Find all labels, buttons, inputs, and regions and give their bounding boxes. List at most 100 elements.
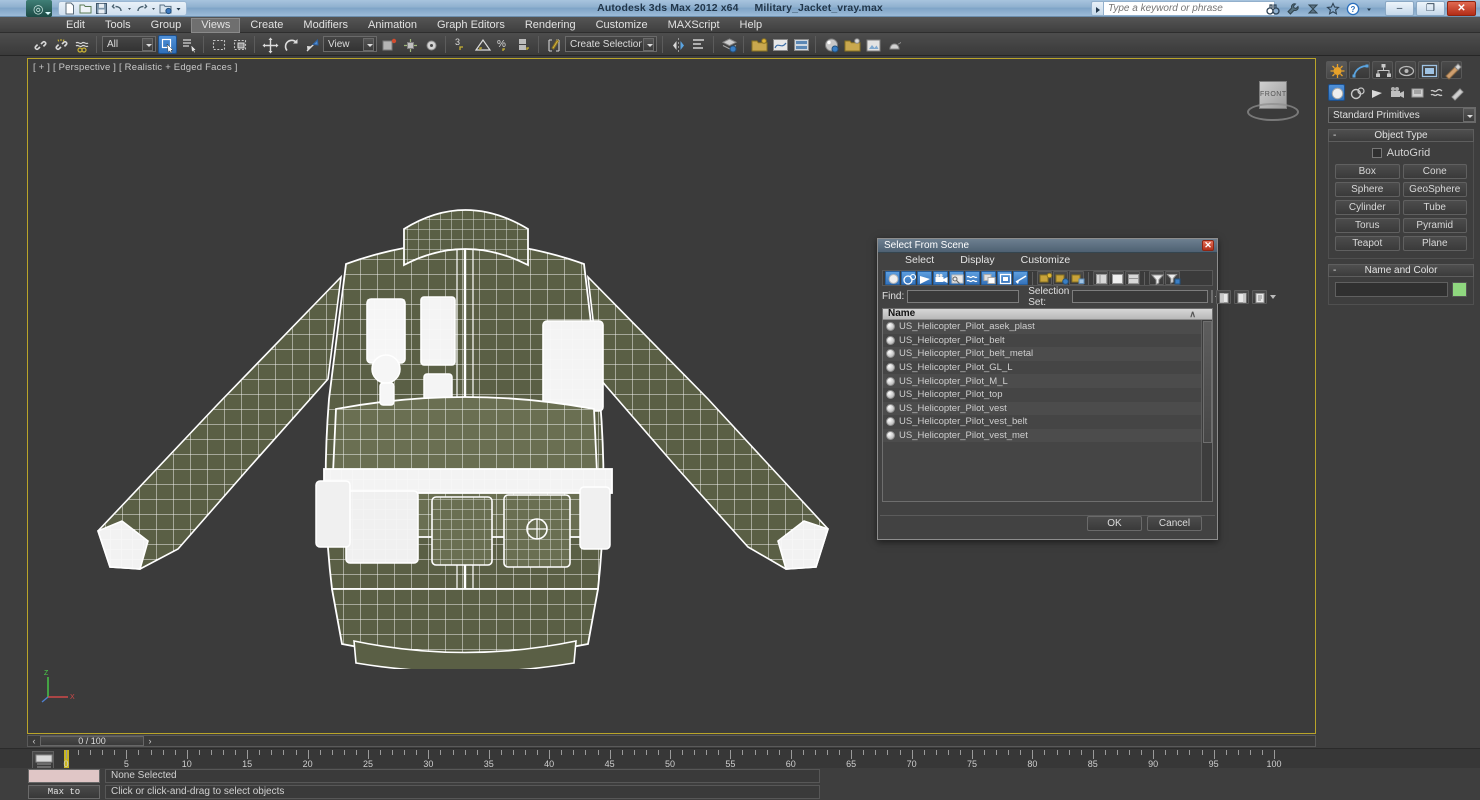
scene-list-item[interactable]: US_Helicopter_Pilot_belt (883, 333, 1201, 348)
scene-list-item[interactable]: US_Helicopter_Pilot_asek_plast (883, 320, 1201, 334)
object-type-rollout-header[interactable]: - Object Type (1328, 129, 1474, 142)
scene-list-item[interactable]: US_Helicopter_Pilot_M_L (883, 374, 1201, 388)
search-input[interactable] (1103, 1, 1275, 16)
dialog-menu-customize[interactable]: Customize (1008, 254, 1084, 266)
rename-selection-set-icon[interactable] (1252, 289, 1268, 304)
help-circle-icon[interactable]: ? (1346, 2, 1360, 16)
angle-snap-toggle-icon[interactable] (472, 35, 492, 54)
hierarchy-tab-icon[interactable] (1372, 61, 1393, 79)
list-scrollbar[interactable] (1201, 320, 1212, 501)
object-type-button-teapot[interactable]: Teapot (1335, 236, 1400, 251)
display-xrefs-icon[interactable] (997, 271, 1012, 285)
name-and-color-rollout-header[interactable]: - Name and Color (1328, 264, 1474, 277)
scene-list-item[interactable]: US_Helicopter_Pilot_GL_L (883, 360, 1201, 375)
display-bones-icon[interactable] (1013, 271, 1028, 285)
display-children-icon[interactable] (1037, 271, 1053, 285)
rendered-frame-window-icon[interactable] (863, 35, 882, 54)
binoculars-icon[interactable] (1266, 2, 1280, 16)
menu-item-animation[interactable]: Animation (358, 18, 427, 33)
primitive-category-combo[interactable]: Standard Primitives (1328, 107, 1476, 123)
display-shapes-icon[interactable] (901, 271, 917, 285)
display-groups-icon[interactable] (981, 271, 996, 285)
menu-item-edit[interactable]: Edit (56, 18, 95, 33)
unlink-selection-icon[interactable] (51, 35, 70, 54)
object-type-button-plane[interactable]: Plane (1402, 236, 1467, 251)
help-dropdown-icon[interactable] (1366, 2, 1372, 16)
scene-object-list[interactable]: Name ∧ US_Helicopter_Pilot_asek_plast US_… (882, 308, 1213, 502)
menu-item-modifiers[interactable]: Modifiers (293, 18, 358, 33)
object-color-swatch[interactable] (1452, 282, 1467, 297)
rectangular-selection-region-icon[interactable] (209, 35, 228, 54)
select-by-name-icon[interactable] (179, 35, 198, 54)
remove-selection-set-icon[interactable] (1234, 289, 1250, 304)
reference-coord-arrow-icon[interactable] (363, 37, 374, 51)
dialog-close-button[interactable]: ✕ (1202, 240, 1214, 251)
display-influences-icon[interactable] (1053, 271, 1069, 285)
selection-filter-combo[interactable]: All (102, 36, 156, 52)
clear-filter-icon[interactable] (1165, 271, 1181, 285)
menu-item-maxscript[interactable]: MAXScript (658, 18, 730, 33)
snaps-toggle-icon[interactable]: 3 (451, 35, 470, 54)
utilities-tab-icon[interactable] (1441, 61, 1462, 80)
scene-list-item[interactable]: US_Helicopter_Pilot_vest_met (883, 428, 1201, 443)
search-dropdown-icon[interactable] (1091, 1, 1103, 16)
select-and-link-icon[interactable] (30, 35, 49, 54)
expand-selected-icon[interactable] (1125, 271, 1140, 285)
cameras-icon[interactable] (1388, 84, 1405, 101)
selection-set-input[interactable] (1072, 290, 1209, 303)
display-geometry-icon[interactable] (885, 271, 900, 285)
list-scrollbar-thumb[interactable] (1203, 321, 1212, 443)
ok-button[interactable]: OK (1087, 516, 1142, 531)
reference-coordinate-combo[interactable]: View (323, 36, 377, 52)
use-pivot-center-icon[interactable] (379, 35, 398, 54)
favorites-star-icon[interactable] (1326, 1, 1340, 16)
next-frame-button[interactable]: › (144, 736, 156, 746)
layer-manager-icon[interactable] (719, 35, 738, 54)
curve-editor-icon[interactable] (770, 35, 789, 54)
mirror-icon[interactable] (668, 35, 687, 54)
autogrid-checkbox[interactable] (1371, 148, 1382, 158)
toggle-scene-explorer-icon[interactable] (749, 35, 768, 54)
dialog-menu-display[interactable]: Display (947, 254, 1007, 266)
modify-tab-icon[interactable] (1349, 61, 1370, 79)
display-cameras-icon[interactable] (933, 271, 948, 285)
scene-list-item[interactable]: US_Helicopter_Pilot_belt_metal (883, 347, 1201, 361)
view-cube-compass-ring[interactable] (1247, 103, 1299, 121)
filter-icon[interactable] (1149, 271, 1165, 286)
menu-item-tools[interactable]: Tools (95, 18, 141, 33)
collapse-all-icon[interactable] (1109, 271, 1124, 285)
material-editor-icon[interactable] (821, 35, 840, 54)
scene-list-item[interactable]: US_Helicopter_Pilot_vest_belt (883, 415, 1201, 429)
motion-tab-icon[interactable] (1395, 61, 1416, 79)
name-and-color-collapse-icon[interactable]: - (1333, 265, 1336, 277)
viewport-label[interactable]: [ + ] [ Perspective ] [ Realistic + Edge… (33, 62, 238, 73)
systems-icon[interactable] (1448, 84, 1465, 101)
object-type-button-box[interactable]: Box (1335, 164, 1400, 179)
object-type-button-pyramid[interactable]: Pyramid (1402, 218, 1467, 233)
space-warps-icon[interactable] (1428, 84, 1445, 101)
wrench-icon[interactable] (1286, 2, 1300, 16)
use-selection-center-icon[interactable] (400, 35, 419, 54)
lights-icon[interactable] (1368, 84, 1385, 101)
object-type-button-tube[interactable]: Tube (1402, 200, 1467, 215)
display-frozen-objects-icon[interactable] (1069, 271, 1085, 285)
dialog-toolbar-overflow-icon[interactable] (1270, 294, 1277, 299)
render-setup-icon[interactable] (842, 35, 861, 54)
select-and-scale-icon[interactable] (302, 35, 321, 54)
list-column-header-name[interactable]: Name ∧ (883, 309, 1212, 320)
display-lights-icon[interactable] (917, 271, 932, 285)
shapes-icon[interactable] (1348, 84, 1365, 101)
maximize-button[interactable]: ❐ (1416, 1, 1445, 16)
bind-to-space-warp-icon[interactable] (72, 35, 91, 54)
spinner-snap-toggle-icon[interactable] (514, 35, 533, 54)
select-and-rotate-icon[interactable] (281, 35, 300, 54)
display-space-warps-icon[interactable] (965, 271, 980, 285)
minimize-button[interactable]: – (1385, 1, 1414, 16)
display-helpers-icon[interactable] (949, 271, 964, 285)
expand-all-icon[interactable] (1093, 271, 1108, 285)
max-to-physc-label[interactable]: Max to Physc: (28, 785, 100, 799)
schematic-view-icon[interactable] (791, 35, 810, 54)
create-selection-set-icon[interactable] (1216, 289, 1232, 304)
find-input[interactable] (907, 290, 1020, 303)
script-listener-mini[interactable] (28, 769, 100, 783)
